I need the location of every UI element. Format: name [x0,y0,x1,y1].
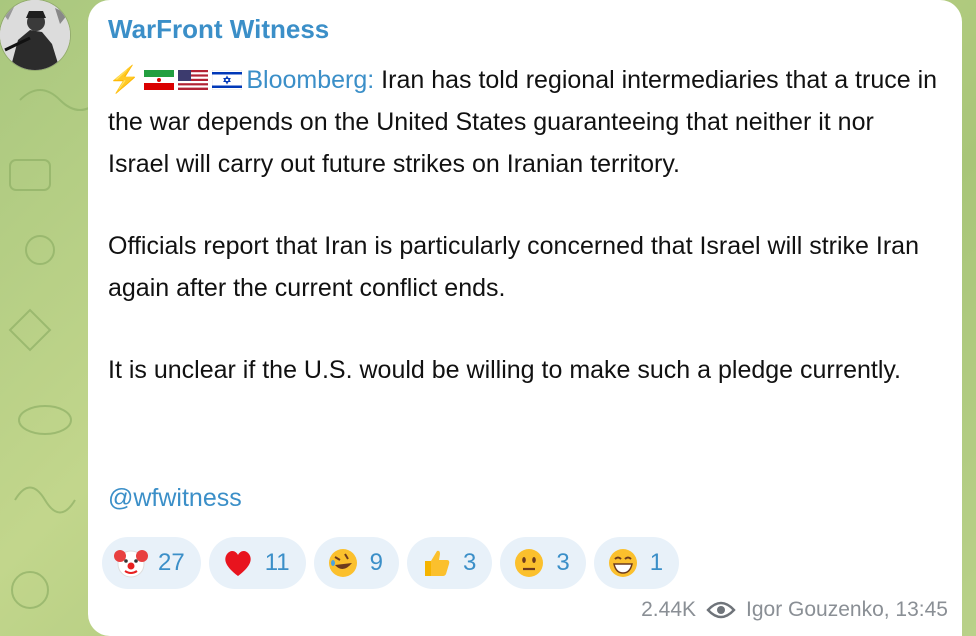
lightning-icon: ⚡ [108,64,141,94]
iran-flag-icon [144,70,175,90]
reaction-neutral[interactable]: 3 [500,537,586,589]
message-paragraph-2: Officials report that Iran is particular… [108,232,919,302]
reaction-count: 9 [369,549,383,576]
message-paragraph-3: It is unclear if the U.S. would be willi… [108,356,901,384]
reaction-count: 11 [264,549,290,576]
source-link[interactable]: Bloomberg: [246,66,374,94]
reaction-count: 27 [158,549,185,576]
neutral-face-icon [515,549,544,577]
eye-icon [706,601,736,619]
rolling-laughing-face-icon [328,549,357,577]
channel-avatar[interactable] [0,0,70,70]
view-count: 2.44K [641,598,697,621]
reaction-thumbs-up[interactable]: 3 [406,537,493,589]
author-and-time: Igor Gouzenko, 13:45 [746,598,948,621]
message-bubble: WarFront Witness ⚡ Bloomberg: Iran has t… [88,0,962,636]
thumbs-up-icon [424,550,450,576]
clown-face-icon [114,550,148,578]
reaction-grin[interactable]: 1 [593,537,680,589]
reaction-clown[interactable]: 27 [102,537,201,589]
reaction-count: 1 [649,549,664,576]
soldier-avatar-icon [0,0,70,70]
israel-flag-icon [212,70,243,90]
reaction-count: 3 [462,549,477,576]
channel-handle-link[interactable]: @wfwitness [108,484,242,513]
reaction-rofl[interactable]: 9 [313,537,399,589]
us-flag-icon [178,70,209,90]
grinning-face-icon [608,549,637,577]
channel-name[interactable]: WarFront Witness [108,14,329,45]
message-paragraph-1: ⚡ Bloomberg: Iran has told regional inte… [108,58,938,185]
reactions-bar: 27 11 9 3 3 1 [102,537,680,589]
red-heart-icon [225,551,251,576]
reaction-count: 3 [556,549,570,576]
message-text: ⚡ Bloomberg: Iran has told regional inte… [108,58,938,391]
reaction-heart[interactable]: 11 [208,537,306,589]
message-meta: 2.44K Igor Gouzenko, 13:45 [641,598,948,622]
